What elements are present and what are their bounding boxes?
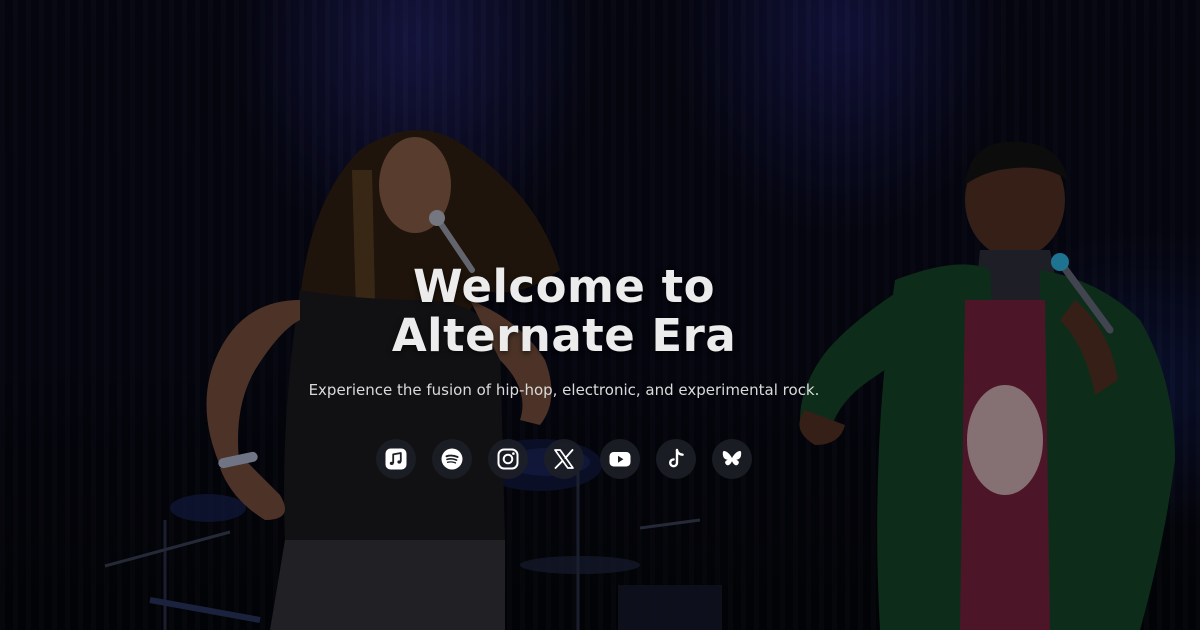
spotify-icon: [441, 448, 463, 470]
x-icon: [554, 449, 574, 469]
apple-music-link[interactable]: [376, 439, 416, 479]
instagram-icon: [497, 448, 519, 470]
hero-tagline: Experience the fusion of hip-hop, electr…: [308, 381, 820, 399]
youtube-link[interactable]: [600, 439, 640, 479]
bluesky-icon: [722, 451, 742, 466]
tiktok-icon: [669, 448, 684, 468]
hero-title-line-2: Alternate Era: [391, 309, 737, 362]
spotify-link[interactable]: [432, 439, 472, 479]
bluesky-link[interactable]: [712, 439, 752, 479]
tiktok-link[interactable]: [656, 439, 696, 479]
x-link[interactable]: [544, 439, 584, 479]
social-links: [0, 439, 1128, 479]
apple-music-icon: [385, 448, 407, 470]
hero-section: Welcome to Alternate Era Experience the …: [0, 0, 1200, 630]
youtube-icon: [609, 452, 631, 467]
hero-title-line-1: Welcome to: [412, 260, 716, 313]
hero-content: Welcome to Alternate Era Experience the …: [0, 0, 1128, 630]
hero-title: Welcome to Alternate Era: [0, 262, 1128, 360]
instagram-link[interactable]: [488, 439, 528, 479]
